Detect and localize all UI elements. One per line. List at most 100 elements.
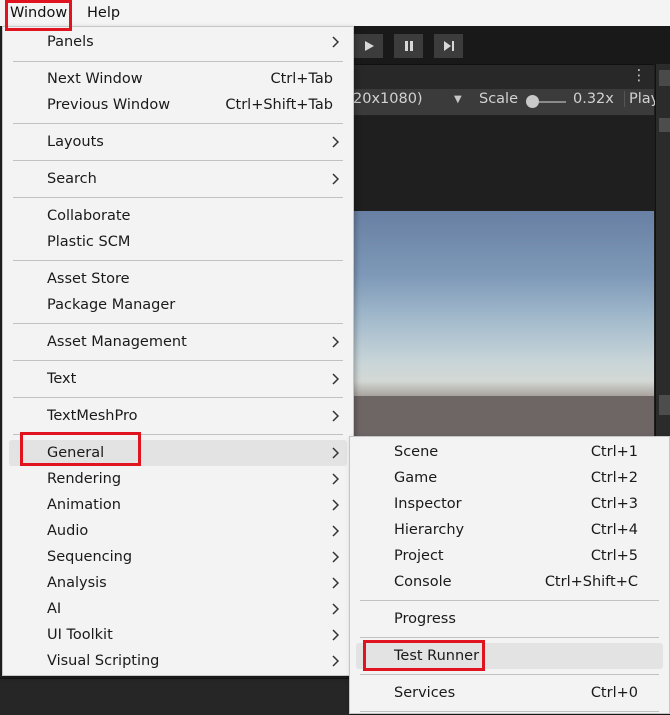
menu-item-label: Rendering: [47, 471, 122, 487]
menu-item-label: Project: [394, 548, 444, 564]
menu-item-shortcut: Ctrl+4: [590, 522, 638, 538]
menu-separator: [360, 711, 659, 712]
menu-separator: [13, 397, 343, 398]
game-view-letterbox: [354, 116, 654, 211]
menu-separator: [13, 260, 343, 261]
chevron-right-icon: [327, 495, 343, 515]
menu-item-label: Plastic SCM: [47, 234, 131, 250]
menubar-window[interactable]: Window: [10, 3, 67, 23]
menu-item-shortcut: Ctrl+Tab: [270, 71, 334, 87]
step-button[interactable]: [434, 34, 463, 58]
menu-item-rendering[interactable]: Rendering: [9, 466, 347, 492]
menu-item-test-runner[interactable]: Test Runner: [356, 643, 663, 669]
window-menu: Panels Next Window Ctrl+Tab Previous Win…: [2, 26, 354, 676]
menu-item-label: UI Toolkit: [47, 627, 113, 643]
menu-item-progress[interactable]: Progress: [356, 606, 663, 632]
menu-item-layouts[interactable]: Layouts: [9, 129, 347, 155]
chevron-right-icon: [327, 443, 343, 463]
menu-separator: [13, 197, 343, 198]
menu-item-animation[interactable]: Animation: [9, 492, 347, 518]
scrollbar-thumb[interactable]: [659, 118, 670, 132]
menu-item-label: AI: [47, 601, 62, 617]
play-button[interactable]: [354, 34, 383, 58]
menu-item-plastic-scm[interactable]: Plastic SCM: [9, 229, 347, 255]
menu-item-analysis[interactable]: Analysis: [9, 570, 347, 596]
menu-item-label: Test Runner: [394, 648, 480, 664]
menu-item-inspector[interactable]: Inspector Ctrl+3: [356, 491, 663, 517]
menu-item-label: Inspector: [394, 496, 462, 512]
menu-item-label: Progress: [394, 611, 456, 627]
caret-down-icon: ▼: [454, 94, 462, 105]
menu-item-sequencing[interactable]: Sequencing: [9, 544, 347, 570]
menu-item-shortcut: Ctrl+2: [590, 470, 638, 486]
chevron-right-icon: [327, 132, 343, 152]
menu-separator: [13, 323, 343, 324]
scale-slider-handle[interactable]: [526, 95, 539, 108]
menu-separator: [13, 360, 343, 361]
menu-item-label: Visual Scripting: [47, 653, 160, 669]
chevron-right-icon: [327, 573, 343, 593]
menu-item-label: Text: [47, 371, 77, 387]
menu-item-text[interactable]: Text: [9, 366, 347, 392]
menu-item-next-window[interactable]: Next Window Ctrl+Tab: [9, 66, 347, 92]
scale-value: 0.32x: [573, 91, 614, 107]
menu-item-shortcut: Ctrl+Shift+C: [544, 574, 638, 590]
menu-item-console[interactable]: Console Ctrl+Shift+C: [356, 569, 663, 595]
scrollbar-button[interactable]: [659, 70, 670, 86]
menu-separator: [13, 160, 343, 161]
game-view-sky: [354, 211, 654, 396]
menu-item-ai[interactable]: AI: [9, 596, 347, 622]
menu-separator: [13, 434, 343, 435]
chevron-right-icon: [327, 469, 343, 489]
chevron-right-icon: [327, 625, 343, 645]
menu-item-shortcut: Ctrl+1: [590, 444, 638, 460]
menu-item-scene[interactable]: Scene Ctrl+1: [356, 439, 663, 465]
menu-item-general[interactable]: General: [9, 440, 347, 466]
menu-item-label: Asset Management: [47, 334, 187, 350]
menu-item-collaborate[interactable]: Collaborate: [9, 203, 347, 229]
menu-item-audio[interactable]: Audio: [9, 518, 347, 544]
menu-separator: [360, 674, 659, 675]
menu-item-label: Analysis: [47, 575, 107, 591]
game-view-ground: [354, 396, 654, 441]
kebab-icon[interactable]: ⋮: [631, 64, 647, 88]
menu-item-label: Package Manager: [47, 297, 176, 313]
menu-item-label: Collaborate: [47, 208, 131, 224]
menubar-help[interactable]: Help: [87, 3, 120, 23]
menu-item-ui-toolkit[interactable]: UI Toolkit: [9, 622, 347, 648]
menu-item-label: TextMeshPro: [47, 408, 138, 424]
menu-item-asset-store[interactable]: Asset Store: [9, 266, 347, 292]
chevron-right-icon: [327, 169, 343, 189]
menu-item-previous-window[interactable]: Previous Window Ctrl+Shift+Tab: [9, 92, 347, 118]
menu-item-search[interactable]: Search: [9, 166, 347, 192]
menu-item-label: Scene: [394, 444, 439, 460]
resolution-dropdown[interactable]: 20x1080): [353, 91, 423, 107]
menu-item-label: Audio: [47, 523, 89, 539]
chevron-right-icon: [327, 599, 343, 619]
menu-item-textmeshpro[interactable]: TextMeshPro: [9, 403, 347, 429]
menu-separator: [13, 123, 343, 124]
chevron-right-icon: [327, 369, 343, 389]
menu-item-panels[interactable]: Panels: [9, 29, 347, 55]
chevron-right-icon: [327, 651, 343, 671]
menu-item-label: General: [47, 445, 105, 461]
menu-item-hierarchy[interactable]: Hierarchy Ctrl+4: [356, 517, 663, 543]
menu-separator: [13, 61, 343, 62]
step-icon: [443, 41, 454, 51]
menu-item-asset-management[interactable]: Asset Management: [9, 329, 347, 355]
menu-item-package-manager[interactable]: Package Manager: [9, 292, 347, 318]
menu-item-project[interactable]: Project Ctrl+5: [356, 543, 663, 569]
pause-button[interactable]: [394, 34, 423, 58]
scrollbar-thumb[interactable]: [659, 395, 670, 415]
menu-item-visual-scripting[interactable]: Visual Scripting: [9, 648, 347, 674]
menu-item-label: Search: [47, 171, 97, 187]
game-view-tab-bar: [354, 64, 654, 89]
chevron-right-icon: [327, 32, 343, 52]
menu-item-shortcut: Ctrl+3: [590, 496, 638, 512]
menu-item-label: Previous Window: [47, 97, 171, 113]
menu-item-label: Console: [394, 574, 452, 590]
play-icon: [364, 41, 374, 51]
menu-item-game[interactable]: Game Ctrl+2: [356, 465, 663, 491]
chevron-right-icon: [327, 547, 343, 567]
menu-item-services[interactable]: Services Ctrl+0: [356, 680, 663, 706]
